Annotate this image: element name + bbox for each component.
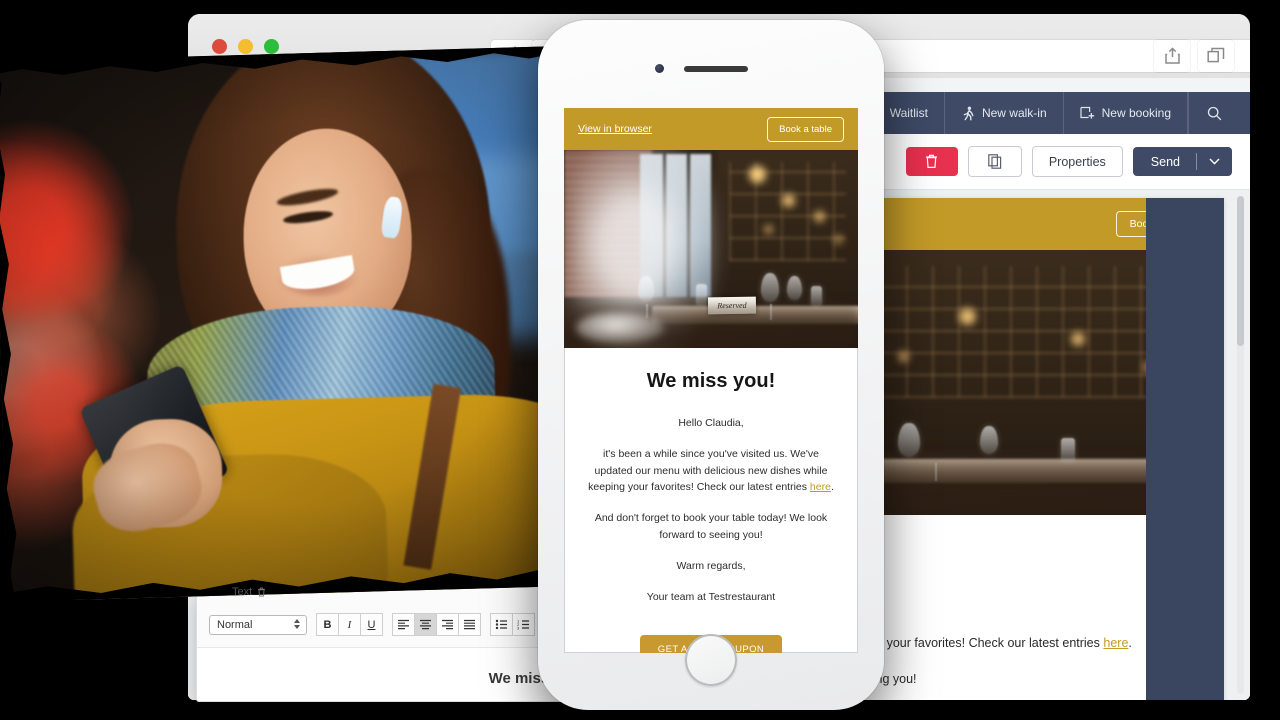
bulleted-list-icon (495, 619, 507, 630)
nav-label-new-booking: New booking (1101, 106, 1171, 120)
nav-item-new-booking[interactable]: New booking (1062, 92, 1188, 134)
email-body: We miss you! Hello Claudia, it's been a … (564, 348, 858, 653)
share-button[interactable] (1154, 40, 1190, 72)
wine-glass (979, 426, 998, 455)
email-here-link[interactable]: here (810, 481, 831, 493)
home-button[interactable] (685, 634, 737, 686)
nav-label-new-walk-in: New walk-in (981, 106, 1047, 120)
send-dropdown-button[interactable] (1197, 158, 1232, 165)
email-heading: We miss you! (646, 370, 776, 392)
wine-glass (898, 422, 921, 457)
foreground-plate (575, 312, 664, 345)
show-tabs-button[interactable] (1198, 40, 1234, 72)
align-center-button[interactable] (414, 613, 437, 636)
trash-icon (926, 154, 938, 168)
walking-person-icon (963, 106, 974, 120)
selected-block-label: Text (232, 586, 266, 598)
editor-format-toolbar: Normal B I U 1 2 3 (209, 613, 567, 636)
svg-text:3: 3 (517, 626, 520, 631)
search-icon (1207, 106, 1222, 120)
send-label: Send (1150, 154, 1180, 169)
phone-screen: View in browser Book a table We miss you… (564, 108, 858, 653)
italic-button[interactable]: I (338, 613, 361, 636)
properties-button[interactable]: Properties (1031, 146, 1123, 177)
email-paragraph-2: And don't forget to book your table toda… (594, 512, 828, 541)
share-icon (1164, 47, 1180, 64)
align-justify-button[interactable] (458, 613, 481, 636)
trash-icon[interactable] (257, 587, 266, 597)
nav-search-button[interactable] (1188, 92, 1236, 134)
email-paragraph-1-pre: it's been a while since you've visited u… (588, 447, 828, 494)
phone-mockup: View in browser Book a table We miss you… (538, 20, 884, 710)
email-signoff: Warm regards, (676, 559, 746, 572)
preview-side-panel (1146, 198, 1224, 700)
window-traffic-lights (212, 39, 279, 54)
browser-chrome-actions (1154, 40, 1234, 72)
preview-scrollbar-thumb[interactable] (1237, 196, 1244, 346)
list-group: 123 (490, 613, 535, 636)
zoom-window-button[interactable] (264, 39, 279, 54)
chevron-down-icon (1209, 158, 1220, 165)
earpiece-speaker (684, 66, 748, 72)
send-button-group[interactable]: Send (1132, 147, 1232, 176)
wine-glass (760, 273, 779, 303)
align-center-icon (420, 619, 431, 630)
copy-icon (988, 154, 1002, 169)
phone-top-bezel (538, 20, 884, 108)
pendant-light (781, 193, 795, 207)
alignment-group (392, 613, 481, 636)
text-style-group: B I U (316, 613, 383, 636)
water-glass (810, 286, 822, 307)
pendant-light (898, 350, 910, 362)
duplicate-button[interactable] (967, 146, 1022, 177)
view-in-browser-link[interactable]: View in browser (578, 123, 652, 135)
photo-vignette (0, 46, 568, 602)
stepper-arrows-icon (294, 618, 300, 629)
paragraph-style-select[interactable]: Normal (209, 614, 307, 635)
email-greeting: Hello Claudia, (678, 417, 744, 429)
numbered-list-icon: 123 (517, 619, 529, 631)
pendant-light (749, 165, 767, 183)
align-left-button[interactable] (392, 613, 415, 636)
nav-label-waitlist: Waitlist (889, 106, 928, 120)
screenshot-stage: Waitlist New walk-in New booking Propert… (0, 0, 1280, 720)
photo-content (0, 46, 568, 602)
nav-item-new-walk-in[interactable]: New walk-in (943, 92, 1063, 134)
email-gold-header: View in browser Book a table (564, 108, 858, 150)
align-left-icon (398, 619, 409, 630)
email-paragraph-1: it's been a while since you've visited u… (588, 446, 834, 496)
add-booking-icon (1080, 106, 1094, 119)
align-right-icon (442, 619, 453, 630)
preview-here-link[interactable]: here (1103, 636, 1128, 650)
back-shelving (728, 161, 847, 261)
numbered-list-button[interactable]: 123 (512, 613, 535, 636)
email-hero-image: Reserved (564, 150, 858, 348)
tabs-overview-icon (1207, 47, 1225, 63)
close-window-button[interactable] (212, 39, 227, 54)
minimize-window-button[interactable] (238, 39, 253, 54)
email-team: Your team at Testrestaurant (646, 590, 776, 603)
block-label-text: Text (232, 586, 253, 598)
hero-photo-woman-with-phone (0, 46, 568, 602)
bulleted-list-button[interactable] (490, 613, 513, 636)
preview-paragraph-1-post: . (1128, 636, 1132, 651)
delete-button[interactable] (905, 147, 958, 176)
properties-label: Properties (1048, 154, 1106, 169)
bold-button[interactable]: B (316, 613, 339, 636)
underline-button[interactable]: U (360, 613, 383, 636)
restaurant-photo: Reserved (564, 150, 858, 348)
align-justify-icon (464, 619, 475, 630)
align-right-button[interactable] (436, 613, 459, 636)
email-paragraph-1-post: . (830, 481, 834, 494)
paragraph-style-value: Normal (217, 618, 253, 631)
front-camera-icon (655, 64, 664, 73)
book-a-table-button[interactable]: Book a table (767, 116, 844, 142)
